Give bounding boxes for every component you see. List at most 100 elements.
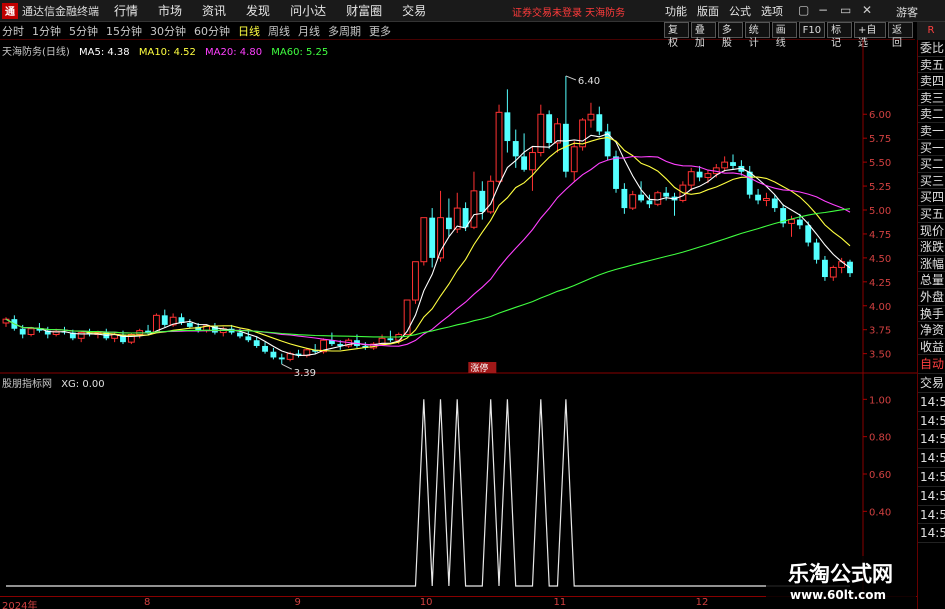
menu-ask[interactable]: 问小达 (290, 2, 326, 19)
candlestick-plot: 6.40 3.39 涨停 (2, 75, 853, 379)
watermark-title: 乐淘公式网 (788, 561, 893, 586)
quote-row[interactable]: 委比 (918, 40, 945, 57)
period-tab-more[interactable]: 更多 (369, 23, 391, 39)
menu-options[interactable]: 选项 (761, 3, 783, 19)
quote-row[interactable]: 卖四 (918, 73, 945, 90)
quote-row[interactable]: 买五 (918, 206, 945, 223)
tick-row[interactable]: 14:56 (918, 412, 945, 431)
adjust-button[interactable]: 复权 (664, 22, 689, 49)
quote-panel: 委比 卖五 卖四 卖三 卖二 卖一 买一 买二 买三 买四 买五 现价 涨跌 涨幅 总量 外盘 换手 净资 收益 自动… (917, 40, 945, 609)
quote-row[interactable]: 买四 (918, 189, 945, 206)
menu-function[interactable]: 功能 (665, 3, 687, 19)
sub-legend: 股朋指标网 XG: 0.00 (2, 375, 111, 390)
indicator-name[interactable]: 股朋指标网 (2, 379, 52, 390)
quote-row[interactable]: 卖一 (918, 123, 945, 140)
candle-body (613, 156, 619, 189)
restore-icon[interactable]: ▢ (798, 3, 809, 17)
quote-row[interactable]: 卖五 (918, 57, 945, 74)
menu-market-list[interactable]: 市场 (158, 2, 182, 19)
price-tick-label: 5.75 (869, 134, 891, 145)
back-button[interactable]: 返回 (888, 22, 913, 49)
menu-trade[interactable]: 交易 (402, 2, 426, 19)
candle-body (445, 217, 452, 230)
menu-market[interactable]: 行情 (114, 2, 138, 19)
tick-row[interactable]: 14:56 (918, 430, 945, 450)
candle-body (387, 338, 394, 341)
menu-discover[interactable]: 发现 (246, 2, 270, 19)
app-name: 通达信金融终端 (22, 4, 99, 18)
period-tab[interactable]: 30分钟 (150, 23, 186, 39)
candle-body (420, 217, 428, 263)
candle-body (654, 192, 662, 205)
quote-row[interactable]: 买三 (918, 173, 945, 190)
draw-button[interactable]: 画线 (771, 22, 797, 49)
period-tab-active[interactable]: 日线 (238, 23, 260, 39)
period-tab[interactable]: 月线 (298, 23, 320, 39)
candle-body (495, 111, 503, 182)
maximize-icon[interactable]: ▭ (840, 3, 851, 17)
guest-label[interactable]: 游客 (896, 4, 918, 20)
candle-body (755, 194, 762, 201)
quote-row[interactable]: 卖二 (918, 106, 945, 123)
candle-body (829, 266, 837, 278)
quote-row[interactable]: 涨幅 (918, 256, 945, 273)
tick-row[interactable]: 14:56 (918, 393, 945, 412)
close-icon[interactable]: ✕ (862, 3, 872, 17)
candle-body (788, 219, 795, 224)
quote-row[interactable]: 买一 (918, 140, 945, 157)
tick-row[interactable]: 14:56 (918, 506, 945, 525)
menu-layout[interactable]: 版面 (697, 3, 719, 19)
period-tab[interactable]: 分时 (2, 23, 24, 39)
tick-row[interactable]: 14:56 (918, 524, 945, 544)
candle-body (638, 194, 645, 201)
quote-row[interactable]: 收益 (918, 339, 945, 356)
stats-button[interactable]: 统计 (744, 22, 770, 49)
trade-notice[interactable]: 证券交易未登录 天海防务 (512, 4, 625, 19)
f10-button[interactable]: F10 (798, 22, 826, 38)
candle-body (822, 259, 828, 278)
quote-row[interactable]: 涨跌 (918, 239, 945, 256)
ma60-line (5, 208, 851, 338)
date-label: 10 (419, 597, 433, 608)
minimize-icon[interactable]: − (818, 3, 828, 17)
menu-news[interactable]: 资讯 (202, 2, 226, 19)
menu-formula[interactable]: 公式 (729, 3, 751, 19)
tick-row[interactable]: 14:56 (918, 487, 945, 506)
quote-row[interactable]: 卖三 (918, 90, 945, 107)
tick-row[interactable]: 14:56 (918, 468, 945, 487)
low-label: 3.39 (294, 368, 316, 379)
xg-signal-line (6, 399, 850, 587)
low-pointer (281, 363, 292, 370)
tick-row[interactable]: 交易 (918, 374, 945, 393)
quote-row[interactable]: 买二 (918, 156, 945, 173)
candle-body (412, 261, 419, 301)
candle-body (763, 198, 770, 201)
quote-row[interactable]: 总量 (918, 272, 945, 289)
add-favorite-button[interactable]: +自选 (854, 22, 887, 49)
period-tab[interactable]: 5分钟 (69, 23, 98, 39)
period-tab[interactable]: 周线 (268, 23, 290, 39)
candle-body (479, 190, 486, 212)
quote-row[interactable]: 外盘 (918, 289, 945, 306)
tick-row[interactable]: 14:56 (918, 449, 945, 469)
overlay-button[interactable]: 叠加 (690, 22, 716, 49)
r-indicator[interactable]: R (917, 22, 945, 40)
date-label: 11 (553, 597, 567, 608)
menu-wealth[interactable]: 财富圈 (346, 2, 382, 19)
period-tab[interactable]: 60分钟 (194, 23, 230, 39)
period-tab[interactable]: 多周期 (328, 23, 361, 39)
title-bar: 通 通达信金融终端 行情 市场 资讯 发现 问小达 财富圈 交易 证券交易未登录… (0, 0, 945, 22)
period-tab[interactable]: 15分钟 (106, 23, 142, 39)
kline-chart[interactable]: 6.40 3.39 涨停 6.00 5.75 5.50 5.25 5.00 4.75 4.50 4… (0, 40, 917, 596)
xg-value: XG: 0.00 (61, 379, 105, 390)
candle-body (587, 113, 595, 121)
stock-name-label[interactable]: 天海防务(日线) (2, 47, 70, 58)
mark-button[interactable]: 标记 (827, 22, 853, 49)
multi-stock-button[interactable]: 多股 (717, 22, 743, 49)
high-label: 6.40 (578, 76, 600, 87)
quote-row[interactable]: 净资 (918, 322, 945, 339)
quote-row[interactable]: 现价 (918, 223, 945, 240)
quote-row[interactable]: 换手 (918, 306, 945, 323)
tick-row[interactable]: 自动 (918, 355, 945, 375)
period-tab[interactable]: 1分钟 (32, 23, 61, 39)
